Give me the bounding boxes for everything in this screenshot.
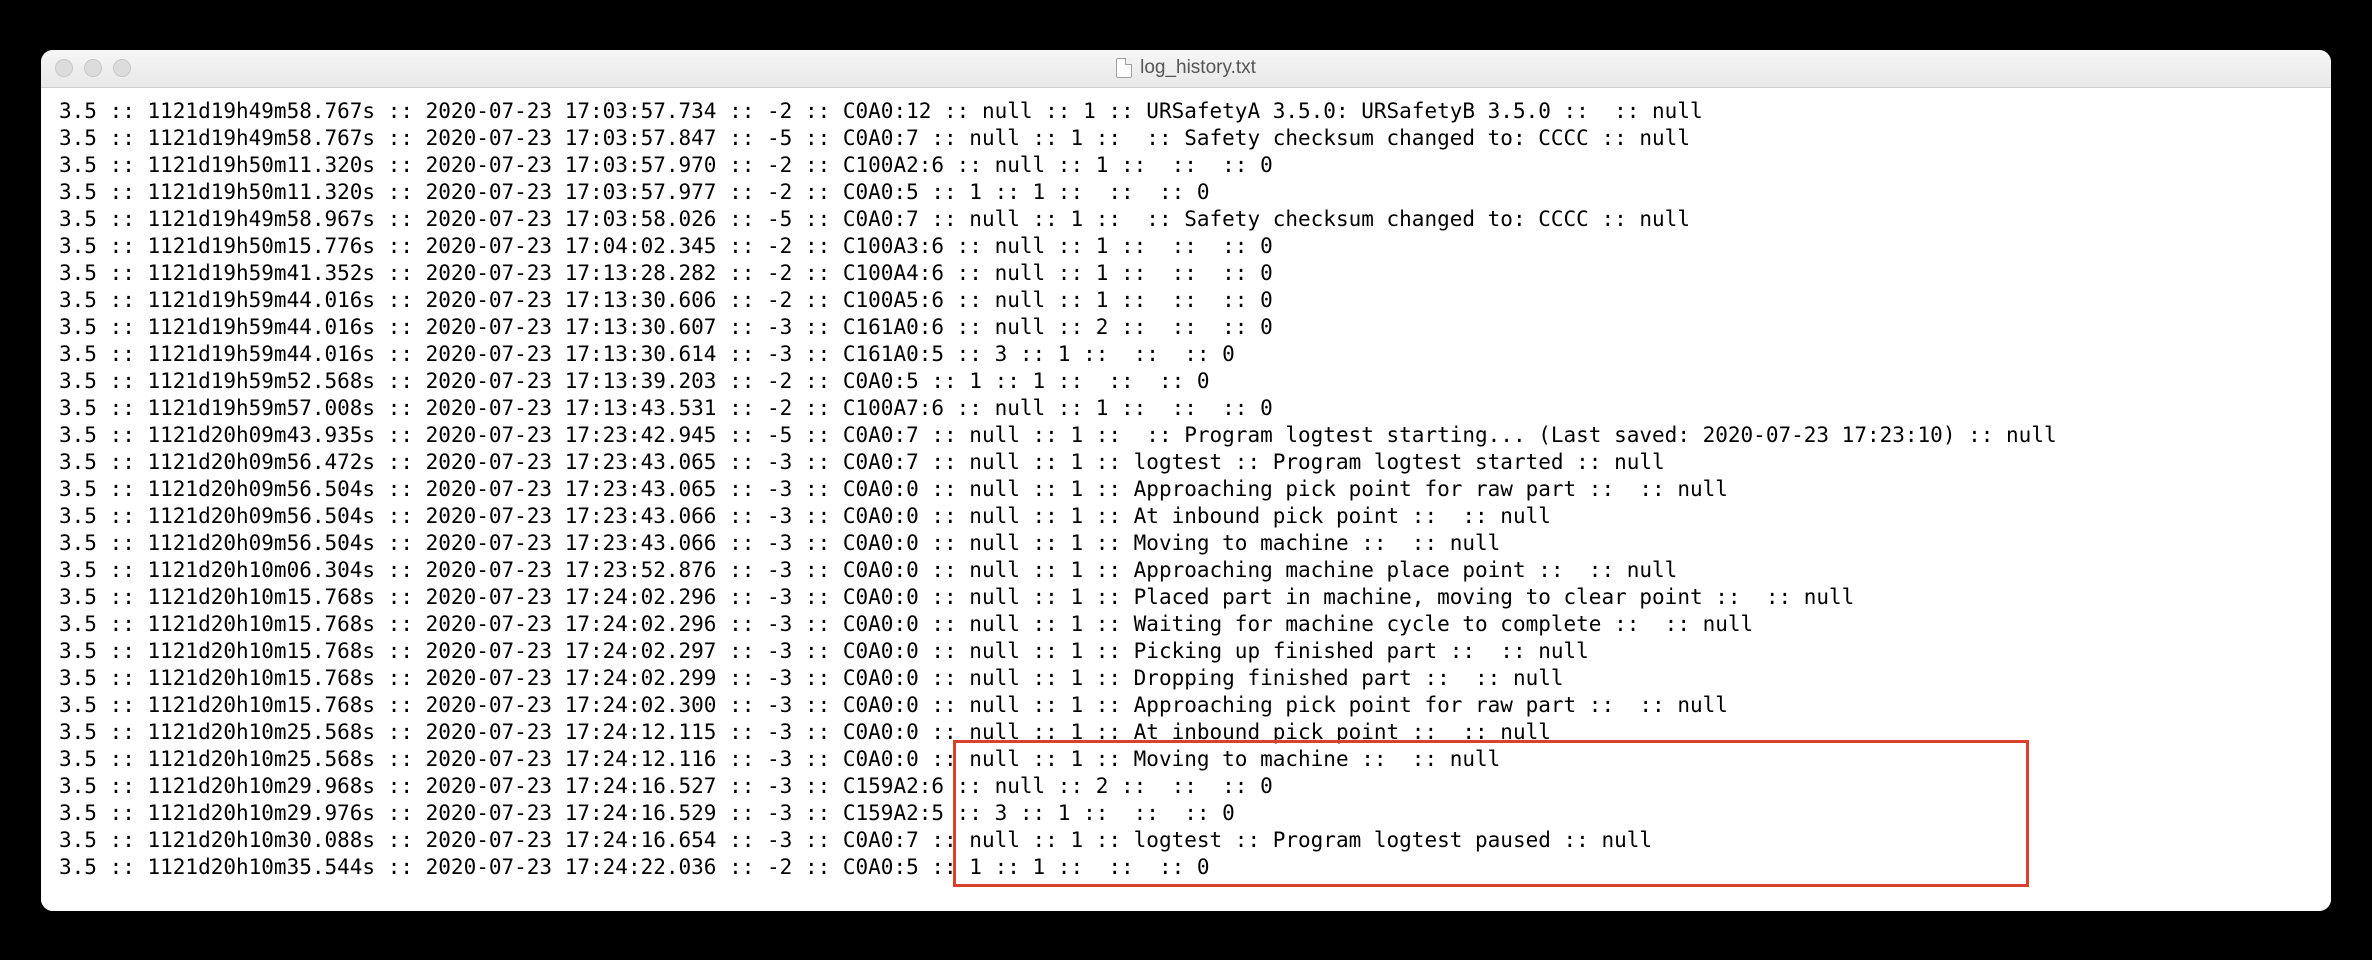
log-line: 3.5 :: 1121d20h09m56.504s :: 2020-07-23 … [59,503,2313,530]
log-line: 3.5 :: 1121d20h10m35.544s :: 2020-07-23 … [59,854,2313,881]
log-line: 3.5 :: 1121d20h10m29.976s :: 2020-07-23 … [59,800,2313,827]
log-line: 3.5 :: 1121d19h50m11.320s :: 2020-07-23 … [59,179,2313,206]
log-line: 3.5 :: 1121d19h59m44.016s :: 2020-07-23 … [59,341,2313,368]
log-line: 3.5 :: 1121d19h50m15.776s :: 2020-07-23 … [59,233,2313,260]
log-line: 3.5 :: 1121d19h59m44.016s :: 2020-07-23 … [59,314,2313,341]
log-line: 3.5 :: 1121d20h10m15.768s :: 2020-07-23 … [59,692,2313,719]
log-line: 3.5 :: 1121d19h49m58.967s :: 2020-07-23 … [59,206,2313,233]
log-line: 3.5 :: 1121d19h49m58.767s :: 2020-07-23 … [59,125,2313,152]
log-line: 3.5 :: 1121d20h09m43.935s :: 2020-07-23 … [59,422,2313,449]
log-line: 3.5 :: 1121d20h10m25.568s :: 2020-07-23 … [59,719,2313,746]
log-text-area[interactable]: 3.5 :: 1121d19h49m58.767s :: 2020-07-23 … [41,88,2331,911]
document-icon [1116,58,1132,78]
log-line: 3.5 :: 1121d20h10m15.768s :: 2020-07-23 … [59,584,2313,611]
filename-label: log_history.txt [1140,57,1256,79]
log-line: 3.5 :: 1121d20h09m56.504s :: 2020-07-23 … [59,530,2313,557]
log-line: 3.5 :: 1121d20h10m15.768s :: 2020-07-23 … [59,665,2313,692]
window-titlebar[interactable]: log_history.txt [41,50,2331,88]
log-line: 3.5 :: 1121d20h09m56.504s :: 2020-07-23 … [59,476,2313,503]
log-line: 3.5 :: 1121d19h59m57.008s :: 2020-07-23 … [59,395,2313,422]
log-line: 3.5 :: 1121d20h10m29.968s :: 2020-07-23 … [59,773,2313,800]
traffic-lights [55,59,131,77]
log-line: 3.5 :: 1121d20h10m30.088s :: 2020-07-23 … [59,827,2313,854]
log-line: 3.5 :: 1121d20h10m15.768s :: 2020-07-23 … [59,638,2313,665]
log-line: 3.5 :: 1121d19h59m44.016s :: 2020-07-23 … [59,287,2313,314]
log-line: 3.5 :: 1121d19h49m58.767s :: 2020-07-23 … [59,98,2313,125]
text-editor-window: log_history.txt 3.5 :: 1121d19h49m58.767… [41,50,2331,911]
log-line: 3.5 :: 1121d20h10m25.568s :: 2020-07-23 … [59,746,2313,773]
log-line: 3.5 :: 1121d20h09m56.472s :: 2020-07-23 … [59,449,2313,476]
log-line: 3.5 :: 1121d19h59m52.568s :: 2020-07-23 … [59,368,2313,395]
log-line: 3.5 :: 1121d19h59m41.352s :: 2020-07-23 … [59,260,2313,287]
log-line: 3.5 :: 1121d20h10m06.304s :: 2020-07-23 … [59,557,2313,584]
close-button[interactable] [55,59,73,77]
minimize-button[interactable] [84,59,102,77]
zoom-button[interactable] [113,59,131,77]
log-line: 3.5 :: 1121d19h50m11.320s :: 2020-07-23 … [59,152,2313,179]
log-line: 3.5 :: 1121d20h10m15.768s :: 2020-07-23 … [59,611,2313,638]
window-title: log_history.txt [41,57,2331,79]
